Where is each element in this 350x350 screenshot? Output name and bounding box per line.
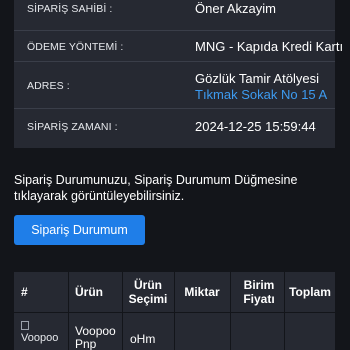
payment-method-row: ÖDEME YÖNTEMİ : MNG - Kapıda Kredi Kartı xyxy=(14,31,343,61)
product-selection-cell: oHm xyxy=(130,332,156,346)
order-time-label: SİPARİŞ ZAMANI : xyxy=(27,121,118,133)
order-owner-value: Öner Akzayim xyxy=(195,1,276,16)
column-divider xyxy=(122,272,123,350)
order-status-button[interactable]: Sipariş Durumum xyxy=(14,215,145,245)
address-line2-link[interactable]: Tıkmak Sokak No 15 A xyxy=(195,87,327,102)
order-time-row: SİPARİŞ ZAMANI : 2024-12-25 15:59:44 xyxy=(14,109,335,148)
order-detail-page: SİPARİŞ SAHİBİ : Öner Akzayim ÖDEME YÖNT… xyxy=(0,0,350,350)
address-row: ADRES : Gözlük Tamir Atölyesi Tıkmak Sok… xyxy=(14,62,335,108)
product-image: Voopoo xyxy=(21,320,65,344)
column-divider xyxy=(284,272,285,350)
table-header-unit-price: Birim Fiyatı xyxy=(243,278,275,306)
table-header-quantity: Miktar xyxy=(184,285,220,299)
table-header-product-selection: Ürün Seçimi xyxy=(128,278,168,306)
table-header-total: Toplam xyxy=(289,285,331,299)
address-line1: Gözlük Tamir Atölyesi xyxy=(195,71,320,86)
table-header-index: # xyxy=(21,285,28,299)
address-label: ADRES : xyxy=(27,80,70,92)
order-time-value: 2024-12-25 15:59:44 xyxy=(195,119,316,134)
payment-method-value: MNG - Kapıda Kredi Kartı xyxy=(195,39,344,54)
order-status-note: Sipariş Durumunuzu, Sipariş Durumum Düğm… xyxy=(14,173,298,203)
order-owner-label: SİPARİŞ SAHİBİ : xyxy=(27,3,113,15)
order-info-panel: SİPARİŞ SAHİBİ : Öner Akzayim ÖDEME YÖNT… xyxy=(14,0,343,148)
broken-image-icon xyxy=(21,321,29,330)
product-name-cell[interactable]: Voopoo Pnp xyxy=(75,325,119,350)
column-divider xyxy=(68,272,69,350)
product-image-alt: Voopoo xyxy=(21,332,59,344)
order-items-table: # Ürün Ürün Seçimi Miktar Birim Fiyatı T… xyxy=(14,272,335,350)
column-divider xyxy=(230,272,231,350)
column-divider xyxy=(174,272,175,350)
payment-method-label: ÖDEME YÖNTEMİ : xyxy=(27,41,124,53)
table-header-product: Ürün xyxy=(75,285,103,299)
header-divider xyxy=(14,312,335,313)
order-owner-row: SİPARİŞ SAHİBİ : Öner Akzayim xyxy=(14,0,335,30)
